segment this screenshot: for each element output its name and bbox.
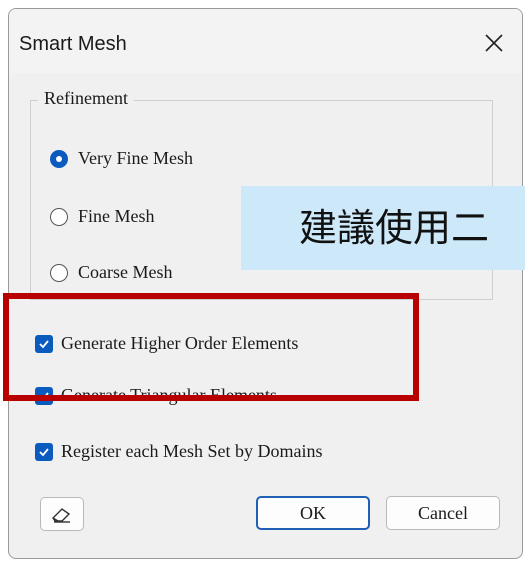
dialog-title: Smart Mesh xyxy=(19,33,127,55)
radio-indicator xyxy=(50,263,68,282)
red-highlight-box xyxy=(3,293,419,401)
radio-label: Coarse Mesh xyxy=(78,262,173,282)
ok-button[interactable]: OK xyxy=(256,496,370,530)
title-bar: Smart Mesh xyxy=(9,9,522,73)
radio-fine-mesh[interactable]: Fine Mesh xyxy=(50,206,155,227)
checkbox-register-mesh-set[interactable]: Register each Mesh Set by Domains xyxy=(35,441,322,462)
refinement-legend: Refinement xyxy=(38,88,134,109)
close-icon xyxy=(485,34,503,52)
checkbox-checked-icon xyxy=(35,442,53,461)
radio-very-fine-mesh[interactable]: Very Fine Mesh xyxy=(50,148,193,169)
radio-label: Very Fine Mesh xyxy=(78,148,193,168)
radio-label: Fine Mesh xyxy=(78,206,155,226)
radio-coarse-mesh[interactable]: Coarse Mesh xyxy=(50,262,172,283)
radio-indicator xyxy=(50,207,68,226)
cancel-button[interactable]: Cancel xyxy=(386,496,500,530)
radio-selected-indicator xyxy=(50,149,68,168)
annotation-overlay: 建議使用二 xyxy=(241,186,525,270)
eraser-button[interactable] xyxy=(40,497,84,531)
close-button[interactable] xyxy=(466,19,522,67)
checkbox-label: Register each Mesh Set by Domains xyxy=(61,441,323,461)
eraser-icon xyxy=(52,508,71,523)
